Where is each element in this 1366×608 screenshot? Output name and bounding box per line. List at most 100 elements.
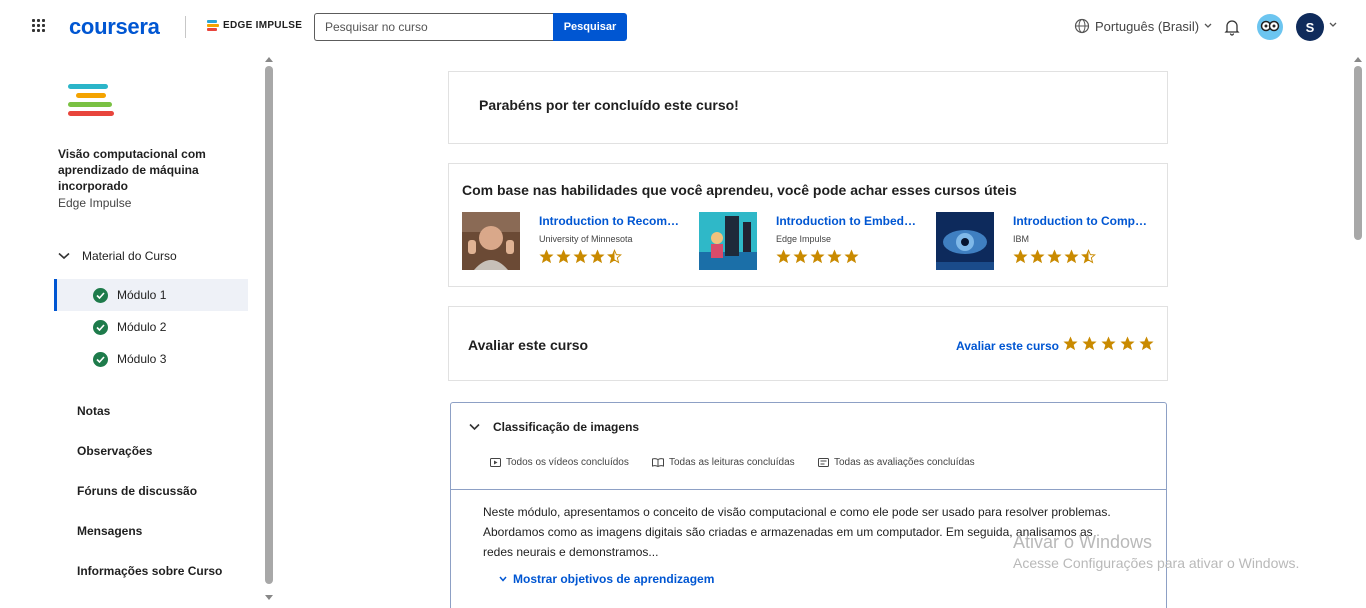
star-icon — [776, 249, 791, 264]
recommendation-partner: Edge Impulse — [776, 234, 832, 244]
recommendation-thumbnail[interactable] — [936, 212, 994, 270]
rate-course-link[interactable]: Avaliar este curso — [956, 339, 1059, 353]
sidebar-item-foruns[interactable]: Fóruns de discussão — [77, 484, 197, 498]
star-icon — [1047, 249, 1062, 264]
sidebar-item-notas[interactable]: Notas — [77, 404, 110, 418]
rate-course-card: Avaliar este curso Avaliar este curso — [448, 306, 1168, 381]
course-logo-icon — [68, 84, 114, 116]
video-icon — [490, 458, 501, 467]
module-card: Classificação de imagens Todos os vídeos… — [450, 402, 1167, 608]
sidebar-item-module-2[interactable]: Módulo 2 — [54, 311, 248, 343]
recommendation-thumbnail[interactable] — [462, 212, 520, 270]
module-divider — [451, 489, 1166, 490]
coach-owl-icon[interactable] — [1257, 14, 1283, 40]
sidebar-item-observacoes[interactable]: Observações — [77, 444, 152, 458]
module-card-title[interactable]: Classificação de imagens — [493, 420, 639, 434]
star-icon — [827, 249, 842, 264]
language-selector[interactable]: Português (Brasil) — [1074, 18, 1212, 34]
status-videos-label: Todos os vídeos concluídos — [506, 457, 629, 468]
recommendation-item[interactable]: Introduction to Embed… Edge Impulse — [699, 212, 929, 272]
module-description: Neste módulo, apresentamos o conceito de… — [483, 505, 1111, 559]
course-material-label: Material do Curso — [82, 249, 177, 263]
coursera-logo[interactable]: coursera — [69, 14, 160, 40]
chevron-down-icon[interactable] — [469, 423, 480, 431]
module-label: Módulo 2 — [117, 320, 167, 334]
user-avatar[interactable]: S — [1296, 13, 1324, 41]
rating-stars — [539, 249, 622, 264]
recommendation-title[interactable]: Introduction to Recom… — [539, 214, 679, 228]
scroll-up-arrow-icon[interactable] — [1354, 56, 1362, 62]
chevron-down-icon — [1204, 23, 1212, 28]
star-icon — [1064, 249, 1079, 264]
book-icon — [652, 458, 664, 467]
star-icon — [1120, 336, 1135, 351]
language-label: Português (Brasil) — [1095, 18, 1200, 34]
recommendation-title[interactable]: Introduction to Embed… — [776, 214, 916, 228]
main-scrollbar[interactable] — [1354, 66, 1362, 240]
check-circle-icon — [93, 351, 108, 367]
rate-course-heading: Avaliar este curso — [468, 337, 589, 353]
star-icon — [1013, 249, 1028, 264]
star-icon — [590, 249, 605, 264]
star-icon — [573, 249, 588, 264]
status-assessments: Todas as avaliações concluídas — [818, 457, 975, 468]
check-circle-icon — [93, 319, 108, 335]
star-icon — [844, 249, 859, 264]
status-readings: Todas as leituras concluídas — [652, 457, 795, 468]
globe-icon — [1074, 18, 1090, 34]
star-icon — [1101, 336, 1116, 351]
congrats-heading: Parabéns por ter concluído este curso! — [479, 97, 739, 113]
sidebar-item-module-1[interactable]: Módulo 1 — [54, 279, 248, 311]
star-icon — [793, 249, 808, 264]
header-divider — [185, 16, 186, 38]
congrats-card: Parabéns por ter concluído este curso! — [448, 71, 1168, 144]
search-input[interactable] — [314, 13, 554, 41]
course-title[interactable]: Visão computacional com aprendizado de m… — [58, 146, 238, 194]
status-videos: Todos os vídeos concluídos — [490, 457, 629, 468]
apps-grid-icon[interactable] — [32, 19, 46, 33]
top-header: coursera EDGE IMPULSE Pesquisar Portuguê… — [0, 0, 1366, 54]
course-sidebar: Visão computacional com aprendizado de m… — [0, 54, 268, 608]
recommendation-item[interactable]: Introduction to Compu… IBM — [936, 212, 1166, 272]
show-objectives-link[interactable]: Mostrar objetivos de aprendizagem — [499, 572, 714, 586]
chevron-down-icon — [58, 252, 70, 260]
half-star-icon — [1081, 249, 1096, 264]
star-icon — [1082, 336, 1097, 351]
module-label: Módulo 3 — [117, 352, 167, 366]
recommendations-card: Com base nas habilidades que você aprend… — [448, 163, 1168, 287]
scroll-down-arrow-icon[interactable] — [265, 595, 273, 601]
recommendation-title[interactable]: Introduction to Compu… — [1013, 214, 1153, 228]
star-icon — [556, 249, 571, 264]
assessment-icon — [818, 458, 829, 467]
recommendation-partner: University of Minnesota — [539, 234, 633, 244]
sidebar-scrollbar[interactable] — [265, 66, 273, 584]
recommendation-partner: IBM — [1013, 234, 1030, 244]
course-partner: Edge Impulse — [58, 196, 132, 210]
star-icon — [539, 249, 554, 264]
module-label: Módulo 1 — [117, 288, 167, 302]
check-circle-icon — [93, 287, 108, 303]
show-objectives-label: Mostrar objetivos de aprendizagem — [513, 572, 715, 586]
star-icon — [1063, 336, 1078, 351]
status-assessments-label: Todas as avaliações concluídas — [834, 457, 975, 468]
sidebar-item-module-3[interactable]: Módulo 3 — [54, 343, 248, 375]
star-icon — [1030, 249, 1045, 264]
chevron-down-icon — [499, 576, 507, 582]
search-button[interactable]: Pesquisar — [553, 13, 627, 41]
recommendations-heading: Com base nas habilidades que você aprend… — [462, 182, 1017, 198]
edge-impulse-logo-mark — [207, 20, 219, 31]
rating-stars — [1013, 249, 1096, 264]
star-icon — [810, 249, 825, 264]
rate-course-stars[interactable] — [1063, 336, 1154, 351]
sidebar-item-mensagens[interactable]: Mensagens — [77, 524, 142, 538]
scroll-up-arrow-icon[interactable] — [265, 56, 273, 62]
chevron-down-icon[interactable] — [1329, 22, 1337, 28]
rating-stars — [776, 249, 859, 264]
recommendation-thumbnail[interactable] — [699, 212, 757, 270]
status-readings-label: Todas as leituras concluídas — [669, 457, 795, 468]
edge-impulse-logo[interactable]: EDGE IMPULSE — [207, 20, 302, 31]
recommendation-item[interactable]: Introduction to Recom… University of Min… — [462, 212, 692, 272]
sidebar-item-informacoes[interactable]: Informações sobre Curso — [77, 564, 222, 578]
notification-bell-icon[interactable] — [1224, 18, 1240, 36]
course-material-toggle[interactable]: Material do Curso — [58, 249, 177, 263]
